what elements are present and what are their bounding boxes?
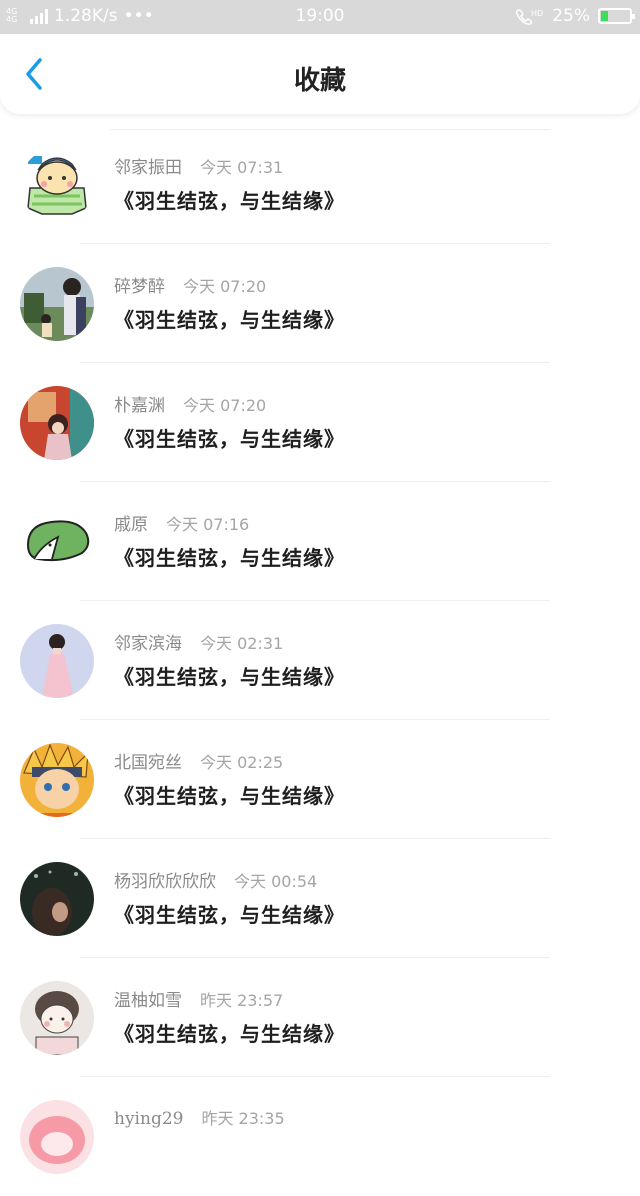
item-content[interactable]: 《羽生结弦，与生结缘》 [114, 304, 345, 333]
item-name[interactable]: 戚原 今天 07:16 [114, 510, 249, 535]
item-time: 今天 07:31 [200, 158, 284, 177]
list-item[interactable]: 朴嘉渊 今天 07:20 《羽生结弦，与生结缘》 [0, 363, 640, 482]
item-time: 今天 07:20 [183, 396, 267, 415]
item-time: 今天 00:54 [234, 872, 318, 891]
list-item[interactable]: 邻家振田 今天 07:31 《羽生结弦，与生结缘》 [0, 125, 640, 244]
item-time: 昨天 23:57 [200, 991, 284, 1010]
avatar[interactable] [20, 267, 94, 341]
item-content[interactable]: 《羽生结弦，与生结缘》 [114, 542, 345, 571]
avatar[interactable] [20, 148, 94, 222]
battery-tip [632, 14, 635, 19]
item-name[interactable]: 邻家滨海 今天 02:31 [114, 629, 283, 654]
item-time: 今天 07:16 [166, 515, 250, 534]
list-item[interactable]: 戚原 今天 07:16 《羽生结弦，与生结缘》 [0, 482, 640, 601]
battery-icon [598, 8, 635, 24]
battery-percent: 25% [552, 6, 590, 26]
avatar[interactable] [20, 624, 94, 698]
item-name[interactable]: 杨羽欣欣欣欣 今天 00:54 [114, 867, 317, 892]
status-right: HD 25% [514, 6, 635, 26]
svg-text:HD: HD [531, 9, 543, 18]
item-name[interactable]: 邻家振田 今天 07:31 [114, 153, 283, 178]
item-name[interactable]: 北国宛丝 今天 02:25 [114, 748, 283, 773]
item-content[interactable]: 《羽生结弦，与生结缘》 [114, 423, 345, 452]
item-time: 今天 07:20 [183, 277, 267, 296]
list-item[interactable]: 邻家滨海 今天 02:31 《羽生结弦，与生结缘》 [0, 601, 640, 720]
item-content[interactable]: 《羽生结弦，与生结缘》 [114, 899, 345, 928]
list-item[interactable]: 温柚如雪 昨天 23:57 《羽生结弦，与生结缘》 [0, 958, 640, 1077]
avatar[interactable] [20, 862, 94, 936]
list-item[interactable]: 碎梦醉 今天 07:20 《羽生结弦，与生结缘》 [0, 244, 640, 363]
avatar[interactable] [20, 1100, 94, 1174]
item-content[interactable]: 《羽生结弦，与生结缘》 [114, 1018, 345, 1047]
list-item[interactable]: 北国宛丝 今天 02:25 《羽生结弦，与生结缘》 [0, 720, 640, 839]
item-name[interactable]: 碎梦醉 今天 07:20 [114, 272, 266, 297]
item-name[interactable]: 温柚如雪 昨天 23:57 [114, 986, 283, 1011]
nav-bar: 收藏 [0, 34, 640, 114]
list-item[interactable]: 杨羽欣欣欣欣 今天 00:54 《羽生结弦，与生结缘》 [0, 839, 640, 958]
battery-fill [601, 11, 608, 21]
item-name[interactable]: hying29 昨天 23:35 [114, 1105, 285, 1129]
avatar[interactable] [20, 386, 94, 460]
list-item[interactable]: hying29 昨天 23:35 [0, 1077, 640, 1196]
phone-hd-icon: HD [516, 9, 543, 25]
item-time: 今天 02:31 [200, 634, 284, 653]
status-bar: 4G 4G 1.28K/s ••• 19:00 HD 25% [0, 0, 640, 34]
item-content[interactable]: 《羽生结弦，与生结缘》 [114, 661, 345, 690]
item-time: 昨天 23:35 [201, 1109, 285, 1128]
avatar[interactable] [20, 981, 94, 1055]
avatar[interactable] [20, 505, 94, 579]
page-title: 收藏 [293, 66, 346, 96]
item-time: 今天 02:25 [200, 753, 284, 772]
avatar[interactable] [20, 743, 94, 817]
item-name[interactable]: 朴嘉渊 今天 07:20 [114, 391, 266, 416]
item-content[interactable]: 《羽生结弦，与生结缘》 [114, 780, 345, 809]
item-content[interactable]: 《羽生结弦，与生结缘》 [114, 185, 345, 214]
